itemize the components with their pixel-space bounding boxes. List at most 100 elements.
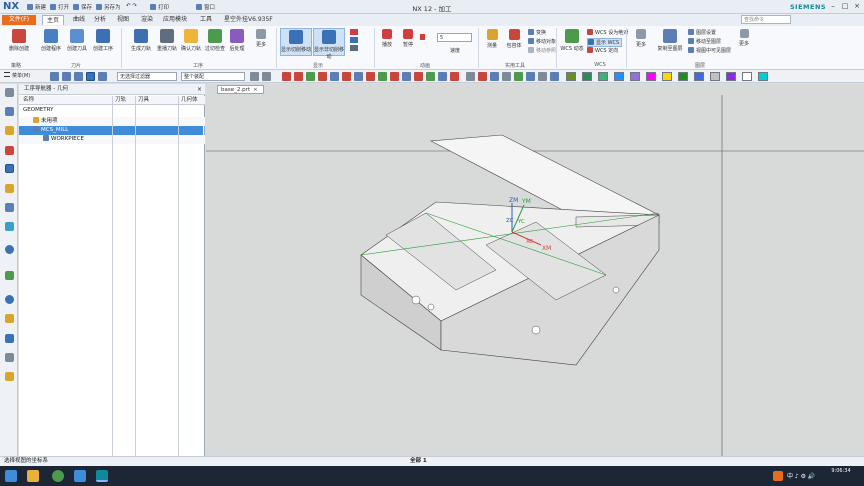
tab-curve[interactable]: 曲线 bbox=[69, 15, 89, 25]
file-explorer-icon[interactable] bbox=[27, 470, 39, 482]
menu-button[interactable]: 菜单(M) bbox=[2, 72, 44, 81]
show-wcs-button[interactable]: 显示 WCS bbox=[587, 38, 623, 47]
color-swatch[interactable] bbox=[694, 72, 704, 81]
part-navigator-icon[interactable] bbox=[5, 107, 14, 116]
snap-icon[interactable] bbox=[318, 72, 327, 81]
column-name[interactable]: 名称 bbox=[23, 96, 34, 105]
color-swatch[interactable] bbox=[582, 72, 592, 81]
close-button[interactable]: × bbox=[852, 2, 862, 11]
color-swatch[interactable] bbox=[566, 72, 576, 81]
view-icon[interactable] bbox=[538, 72, 547, 81]
hd3d-icon[interactable] bbox=[5, 222, 14, 231]
bounding-body-button[interactable]: 包容体 bbox=[502, 28, 526, 56]
color-swatch[interactable] bbox=[630, 72, 640, 81]
snap-icon[interactable] bbox=[306, 72, 315, 81]
snap-icon[interactable] bbox=[414, 72, 423, 81]
snap-icon[interactable] bbox=[354, 72, 363, 81]
color-swatch[interactable] bbox=[758, 72, 768, 81]
qa-saveas-button[interactable]: 另存为 bbox=[96, 3, 121, 11]
postprocess-button[interactable]: 后处理 bbox=[222, 28, 252, 56]
assembly-navigator-icon[interactable] bbox=[5, 126, 14, 135]
view-icon[interactable] bbox=[490, 72, 499, 81]
toolbar-icon[interactable] bbox=[98, 72, 107, 81]
view-icon[interactable] bbox=[550, 72, 559, 81]
machine-tool-navigator-icon[interactable] bbox=[5, 184, 14, 193]
input-method-icon[interactable] bbox=[773, 471, 783, 481]
maximize-button[interactable]: □ bbox=[840, 2, 850, 11]
toolbar-icon[interactable] bbox=[62, 72, 71, 81]
history-icon[interactable] bbox=[5, 271, 14, 280]
qa-new-button[interactable]: 新建 bbox=[27, 3, 46, 11]
color-swatch[interactable] bbox=[742, 72, 752, 81]
snap-icon[interactable] bbox=[366, 72, 375, 81]
column-geometry[interactable]: 几何体 bbox=[181, 96, 198, 105]
settings-icon[interactable] bbox=[5, 88, 14, 97]
snap-icon[interactable] bbox=[378, 72, 387, 81]
tab-view[interactable]: 视图 bbox=[113, 15, 133, 25]
more-tools-button[interactable]: 更多 bbox=[250, 28, 272, 56]
move-to-layer-button[interactable]: 移动至图层 bbox=[688, 38, 721, 45]
color-swatch[interactable] bbox=[726, 72, 736, 81]
layer-settings-button[interactable]: 图层设置 bbox=[688, 29, 716, 36]
part-file-tab[interactable]: base_2.prt × bbox=[217, 85, 264, 94]
wcs-dynamic-button[interactable]: WCS 动态 bbox=[559, 28, 585, 56]
wcs-orient-button[interactable]: WCS 定向 bbox=[587, 47, 618, 54]
snap-icon[interactable] bbox=[426, 72, 435, 81]
manufacturing-wizard-icon[interactable] bbox=[5, 353, 14, 362]
wcs-absolute-button[interactable]: WCS 设为绝对 bbox=[587, 29, 628, 36]
color-swatch[interactable] bbox=[710, 72, 720, 81]
column-tool[interactable]: 刀具 bbox=[138, 96, 149, 105]
operation-navigator-icon[interactable] bbox=[5, 164, 14, 173]
start-icon[interactable] bbox=[5, 470, 17, 482]
process-studio-icon[interactable] bbox=[5, 334, 14, 343]
constraint-navigator-icon[interactable] bbox=[5, 146, 14, 155]
measure-button[interactable]: 测量 bbox=[482, 28, 502, 56]
minimize-button[interactable]: – bbox=[828, 2, 838, 11]
tab-close-icon[interactable]: × bbox=[253, 87, 258, 93]
copy-to-layer-button[interactable]: 复制至图层 bbox=[654, 28, 686, 56]
toolbar-icon[interactable] bbox=[74, 72, 83, 81]
toolbar-icon[interactable] bbox=[86, 72, 95, 81]
move-object-button[interactable]: 移动对象 bbox=[528, 38, 556, 45]
color-swatch[interactable] bbox=[662, 72, 672, 81]
roles-icon[interactable] bbox=[5, 372, 14, 381]
qa-print-button[interactable]: 打印 bbox=[150, 3, 169, 11]
toolbar-icon[interactable] bbox=[50, 72, 59, 81]
snap-icon[interactable] bbox=[330, 72, 339, 81]
reuse-library-icon[interactable] bbox=[5, 203, 14, 212]
system-material-icon[interactable] bbox=[5, 314, 14, 323]
view-icon[interactable] bbox=[466, 72, 475, 81]
create-operation-button[interactable]: 创建工序 bbox=[88, 28, 118, 56]
toolbar-icon[interactable] bbox=[250, 72, 259, 81]
snap-icon[interactable] bbox=[450, 72, 459, 81]
qa-undo-button[interactable]: ↶ ↷ bbox=[126, 3, 137, 9]
qa-save-button[interactable]: 保存 bbox=[73, 3, 92, 11]
system-clock[interactable]: 9:06:34 bbox=[822, 468, 860, 475]
assembly-scope-combo[interactable]: 整个装配 bbox=[181, 72, 245, 81]
transform-button[interactable]: 变换 bbox=[528, 29, 546, 36]
display-option-icon[interactable] bbox=[350, 45, 358, 51]
move-reference-button[interactable]: 移动参照 bbox=[528, 47, 556, 54]
command-search-input[interactable]: 查找命令 bbox=[741, 15, 791, 24]
step-buttons[interactable] bbox=[420, 34, 432, 42]
selection-filter-combo[interactable]: 无选择过滤器 bbox=[117, 72, 177, 81]
toolbar-icon[interactable] bbox=[262, 72, 271, 81]
display-option-icon[interactable] bbox=[350, 29, 358, 35]
tab-tools[interactable]: 工具 bbox=[196, 15, 216, 25]
speed-input[interactable]: 5 bbox=[437, 33, 472, 42]
tab-home[interactable]: 主页 bbox=[42, 15, 64, 25]
part-model-view[interactable]: ZM YM ZC YC XC XM bbox=[206, 95, 864, 456]
browser-icon[interactable] bbox=[52, 470, 64, 482]
language-indicator[interactable]: 中 ♪ ⚙ 🔊 bbox=[787, 471, 815, 480]
tab-analysis[interactable]: 分析 bbox=[90, 15, 110, 25]
navigator-close-icon[interactable]: × bbox=[197, 86, 202, 93]
more-wcs-button[interactable]: 更多 bbox=[630, 28, 652, 56]
show-noncut-motion-button[interactable]: 显示非切削移动 bbox=[313, 28, 345, 60]
snap-icon[interactable] bbox=[438, 72, 447, 81]
qa-window-button[interactable]: 窗口 bbox=[196, 3, 215, 11]
play-button[interactable]: 播放 bbox=[377, 28, 397, 56]
nx-taskbar-icon[interactable] bbox=[96, 470, 108, 482]
show-cut-motion-button[interactable]: 显示切削移动 bbox=[280, 28, 312, 56]
tab-plugin[interactable]: 星空外挂V6.935F bbox=[220, 15, 277, 25]
view-icon[interactable] bbox=[526, 72, 535, 81]
